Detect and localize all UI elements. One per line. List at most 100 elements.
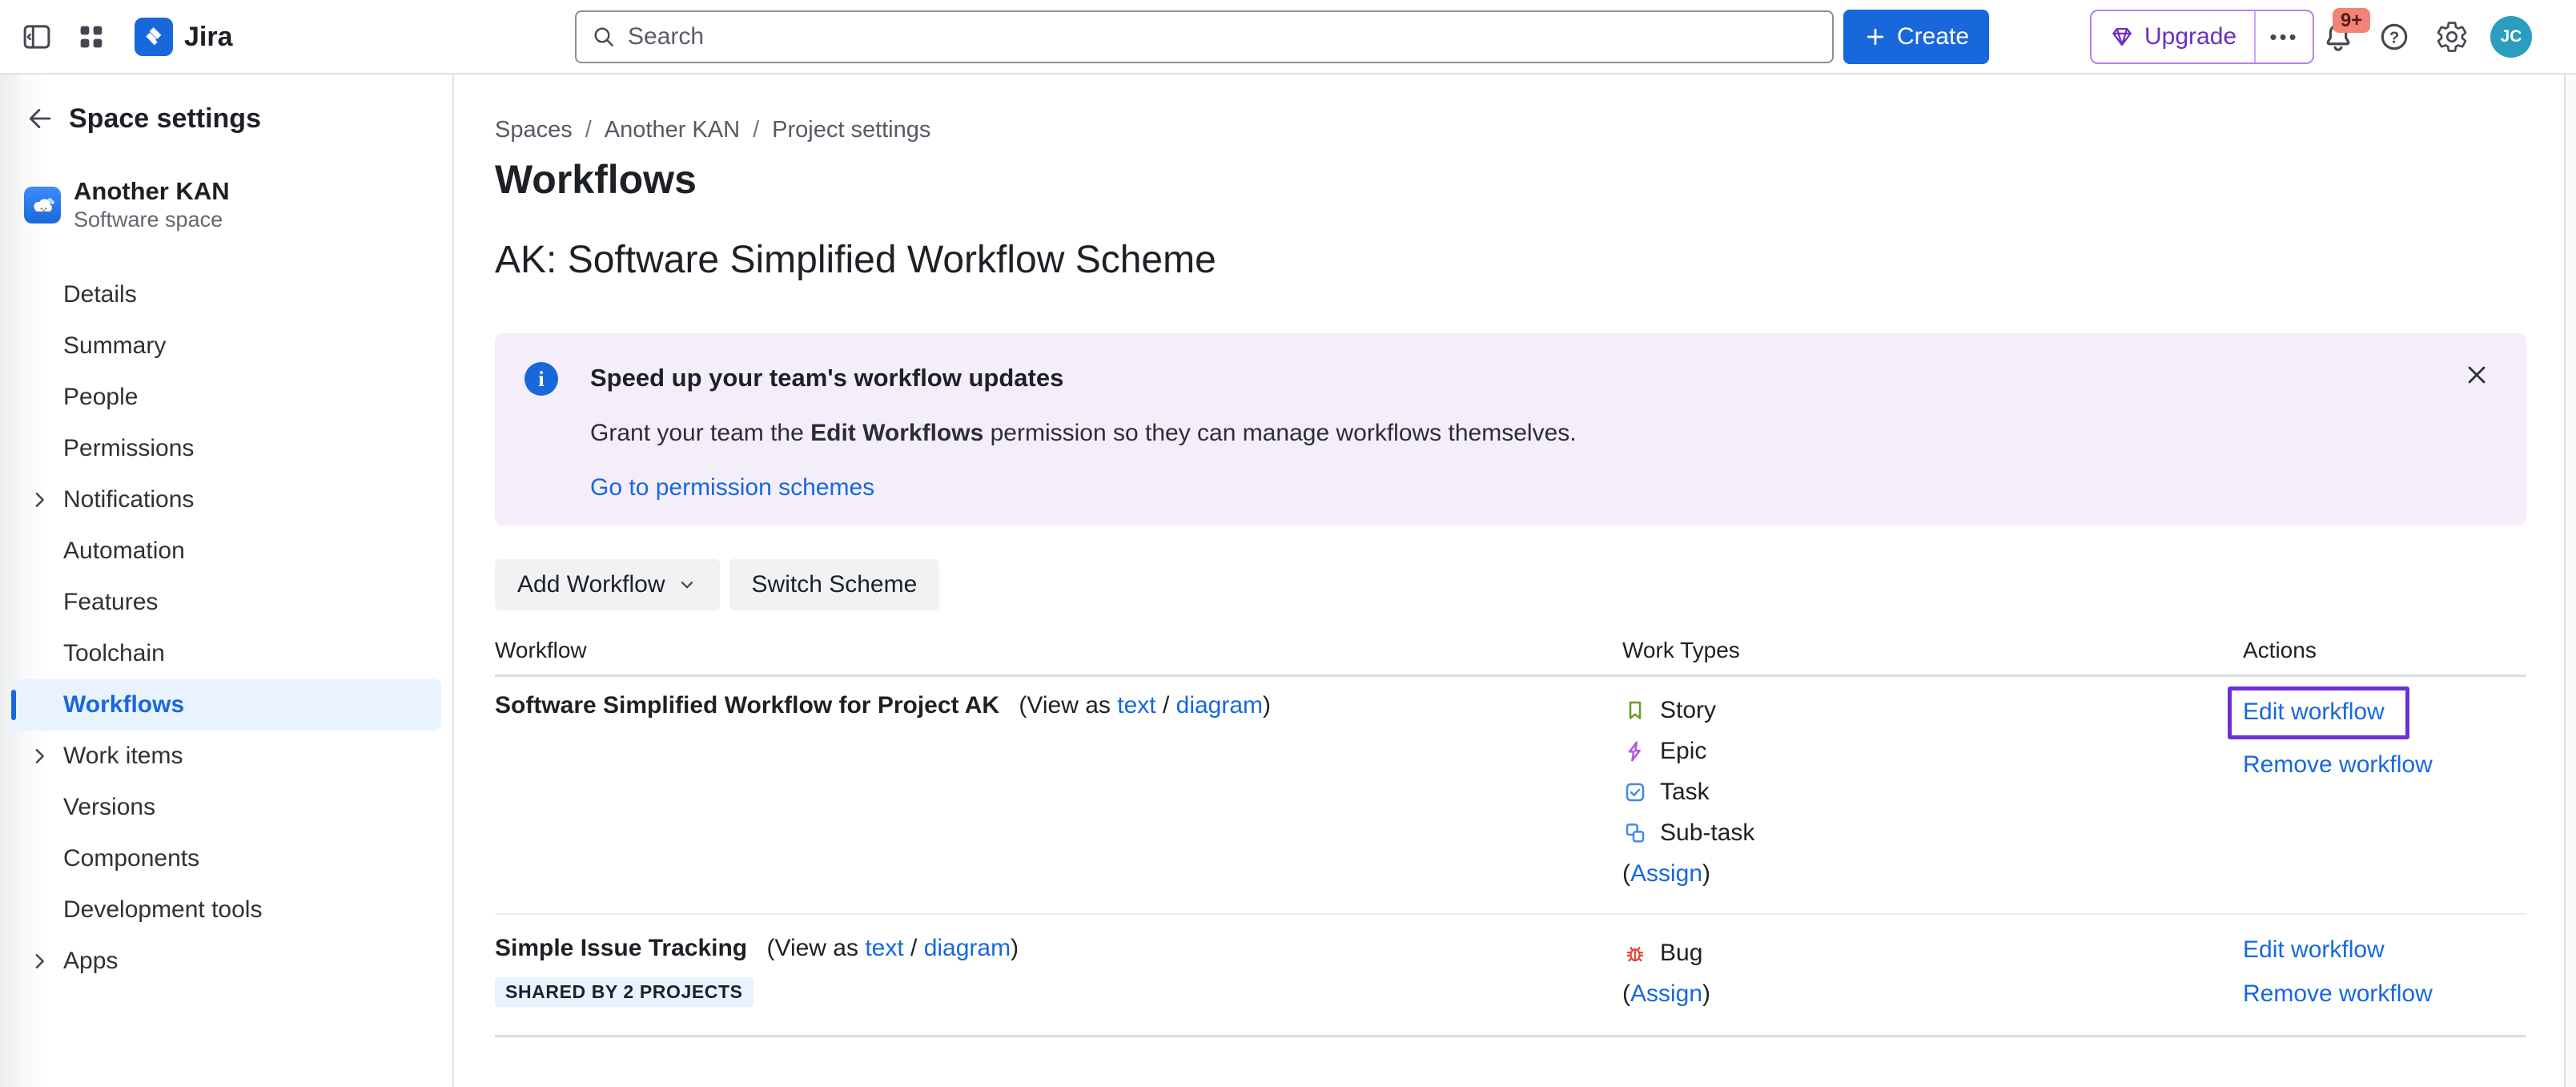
- work-type-label: Epic: [1660, 738, 1706, 765]
- view-as-text-link[interactable]: text: [1117, 692, 1155, 719]
- project-avatar: [24, 187, 61, 223]
- work-type-label: Story: [1660, 697, 1716, 724]
- chevron-right-icon: [27, 488, 51, 512]
- sidebar-item-apps[interactable]: Apps: [11, 936, 441, 987]
- breadcrumb-project-settings[interactable]: Project settings: [772, 117, 930, 143]
- upgrade-label: Upgrade: [2144, 23, 2236, 50]
- bug-icon: [1622, 940, 1648, 966]
- sidebar-item-people[interactable]: People: [11, 372, 441, 423]
- sidebar-item-toolchain[interactable]: Toolchain: [11, 628, 441, 679]
- sidebar-item-workflows[interactable]: Workflows: [11, 679, 441, 731]
- workflow-name: Simple Issue Tracking: [495, 935, 747, 961]
- upgrade-more-button[interactable]: •••: [2256, 11, 2313, 62]
- settings-gear-icon[interactable]: [2434, 19, 2470, 54]
- view-as-prefix: (View as: [766, 935, 858, 961]
- upgrade-button[interactable]: Upgrade: [2092, 11, 2254, 62]
- app-switcher-icon[interactable]: [74, 19, 109, 54]
- page-title: Workflows: [495, 156, 2526, 203]
- assign-link[interactable]: Assign: [1630, 860, 1702, 888]
- jira-logo-icon[interactable]: [135, 18, 173, 56]
- work-type-bug: Bug: [1622, 932, 2243, 973]
- sidebar-item-label: Features: [63, 589, 158, 616]
- assign-close-paren: ): [1702, 860, 1710, 888]
- sidebar-item-label: Components: [63, 845, 199, 872]
- view-as-diagram-link[interactable]: diagram: [924, 935, 1011, 961]
- user-avatar[interactable]: JC: [2490, 16, 2532, 58]
- column-header-actions: Actions: [2243, 638, 2526, 663]
- sidebar-item-automation[interactable]: Automation: [11, 525, 441, 577]
- project-type: Software space: [74, 207, 230, 232]
- assign-close-paren: ): [1702, 980, 1710, 1008]
- settings-nav: Details Summary People Permissions Notif…: [0, 269, 452, 987]
- remove-workflow-link[interactable]: Remove workflow: [2243, 749, 2433, 781]
- close-icon[interactable]: [2459, 357, 2494, 393]
- edit-workflow-link[interactable]: Edit workflow: [2243, 696, 2385, 728]
- chevron-right-icon: [27, 949, 51, 973]
- sidebar-item-versions[interactable]: Versions: [11, 782, 441, 833]
- view-as-suffix: ): [1263, 692, 1271, 719]
- work-type-task: Task: [1622, 771, 2243, 812]
- back-arrow-icon[interactable]: [22, 101, 58, 136]
- workflows-table: Workflow Work Types Actions Software Sim…: [495, 638, 2526, 1037]
- collapse-sidebar-icon[interactable]: [19, 19, 54, 54]
- banner-body: Grant your team the Edit Workflows permi…: [590, 420, 1577, 447]
- sidebar-item-development-tools[interactable]: Development tools: [11, 884, 441, 936]
- sidebar-item-label: Automation: [63, 537, 185, 565]
- global-search[interactable]: [575, 10, 1834, 63]
- create-label: Create: [1897, 23, 1969, 50]
- scrollbar-gutter[interactable]: [2564, 74, 2576, 1087]
- switch-scheme-button[interactable]: Switch Scheme: [729, 559, 940, 610]
- chevron-right-icon: [27, 744, 51, 768]
- view-as-separator: /: [1156, 692, 1176, 719]
- assign-open-paren: (: [1622, 860, 1630, 888]
- edit-workflow-link[interactable]: Edit workflow: [2243, 934, 2385, 966]
- breadcrumb-separator: /: [585, 117, 592, 143]
- add-workflow-button[interactable]: Add Workflow: [495, 559, 720, 610]
- view-as-group: (View as text / diagram): [1019, 692, 1271, 719]
- workflow-toolbar: Add Workflow Switch Scheme: [495, 559, 2526, 610]
- sidebar-item-label: Apps: [63, 948, 118, 975]
- top-navigation-bar: Jira Create Upgrade ••• 9+ ? JC: [0, 0, 2576, 74]
- main-content: Spaces / Another KAN / Project settings …: [454, 74, 2564, 1087]
- workflow-scheme-title: AK: Software Simplified Workflow Scheme: [495, 238, 2526, 282]
- upgrade-split-button[interactable]: Upgrade •••: [2090, 10, 2314, 64]
- help-icon[interactable]: ?: [2377, 19, 2412, 54]
- view-as-diagram-link[interactable]: diagram: [1176, 692, 1263, 719]
- view-as-text-link[interactable]: text: [865, 935, 903, 961]
- sidebar-item-details[interactable]: Details: [11, 269, 441, 320]
- search-input[interactable]: [628, 23, 1818, 50]
- banner-body-bold: Edit Workflows: [810, 420, 983, 446]
- switch-scheme-label: Switch Scheme: [752, 571, 918, 598]
- banner-title: Speed up your team's workflow updates: [590, 364, 1577, 393]
- view-as-prefix: (View as: [1019, 692, 1111, 719]
- info-banner: i Speed up your team's workflow updates …: [495, 333, 2526, 525]
- sidebar-item-notifications[interactable]: Notifications: [11, 474, 441, 525]
- sidebar-item-work-items[interactable]: Work items: [11, 731, 441, 782]
- assign-link[interactable]: Assign: [1630, 980, 1702, 1008]
- assign-open-paren: (: [1622, 980, 1630, 1008]
- shared-projects-badge: SHARED BY 2 PROJECTS: [495, 977, 754, 1007]
- remove-workflow-link[interactable]: Remove workflow: [2243, 978, 2433, 1010]
- work-type-label: Sub-task: [1660, 819, 1754, 847]
- actions-cell: Edit workflow Remove workflow: [2243, 932, 2526, 1014]
- sidebar-item-summary[interactable]: Summary: [11, 320, 441, 372]
- app-name: Jira: [184, 22, 233, 53]
- table-row-software-simplified-workflow: Software Simplified Workflow for Project…: [495, 677, 2526, 915]
- table-row-simple-issue-tracking: Simple Issue Tracking (View as text / di…: [495, 915, 2526, 1037]
- workflow-name-cell: Simple Issue Tracking (View as text / di…: [495, 932, 1622, 1014]
- permission-schemes-link[interactable]: Go to permission schemes: [590, 474, 874, 501]
- sidebar-item-features[interactable]: Features: [11, 577, 441, 628]
- project-summary: Another KAN Software space: [24, 178, 452, 232]
- sidebar-item-components[interactable]: Components: [11, 833, 441, 884]
- sidebar-item-label: Work items: [63, 743, 183, 770]
- breadcrumb: Spaces / Another KAN / Project settings: [495, 117, 2526, 143]
- sidebar-item-label: Development tools: [63, 896, 262, 924]
- create-button[interactable]: Create: [1843, 10, 1989, 64]
- view-as-suffix: ): [1011, 935, 1019, 961]
- sidebar-item-permissions[interactable]: Permissions: [11, 423, 441, 474]
- breadcrumb-project[interactable]: Another KAN: [605, 117, 740, 143]
- edit-workflow-highlight-box: Edit workflow: [2228, 686, 2409, 739]
- breadcrumb-spaces[interactable]: Spaces: [495, 117, 573, 143]
- work-type-subtask: Sub-task: [1622, 812, 2243, 853]
- work-type-label: Task: [1660, 779, 1710, 806]
